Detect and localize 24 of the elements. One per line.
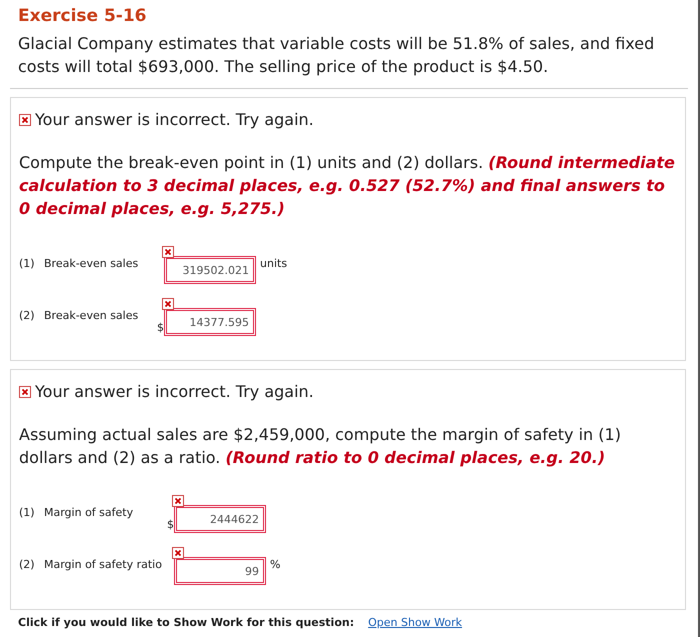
part-number: (2) [19,558,36,573]
part-number: (1) [19,506,36,521]
feedback-text: Your answer is incorrect. Try again. [35,382,314,401]
answer-label: Margin of safety ratio [44,558,163,573]
feedback-text: Your answer is incorrect. Try again. [35,110,314,129]
answer-label: Break-even sales [44,257,140,272]
unit-label: units [259,257,288,272]
answer-label: Break-even sales [44,309,140,324]
answer-field[interactable]: 2444622 [174,505,266,533]
show-work-link[interactable]: Open Show Work [368,616,462,629]
problem-text: Glacial Company estimates that variable costs will be 51.8% of sales, and fixed costs will total $693,000. The selling price of the product is $4.50. [18,33,656,78]
show-work-prompt: Click if you would like to Show Work for this question: [18,616,354,629]
unit-label: % [269,558,280,573]
part-number: (2) [19,309,36,324]
currency-sign: $ [157,321,164,334]
currency-sign: $ [167,518,174,531]
answer-field[interactable]: 14377.595 [164,308,256,336]
answer-label: Margin of safety [44,506,134,521]
part-number: (1) [19,257,36,272]
question-text: Compute the break-even point in (1) units and (2) dollars. (Round intermediate calculation to 3 decimal places, e.g. 0.527 (52.7%) and final answers to 0 decimal places, e.g. 5,275.) [19,152,676,220]
question-text: Assuming actual sales are $2,459,000, compute the margin of safety in (1) dollars and (2) as a ratio. (Round ratio to 0 decimal places, e.g. 20.) [19,424,622,469]
exercise-title: Exercise 5-16 [18,6,148,26]
answer-field[interactable]: 319502.021 [164,256,256,284]
answer-field[interactable]: 99 [174,557,266,585]
